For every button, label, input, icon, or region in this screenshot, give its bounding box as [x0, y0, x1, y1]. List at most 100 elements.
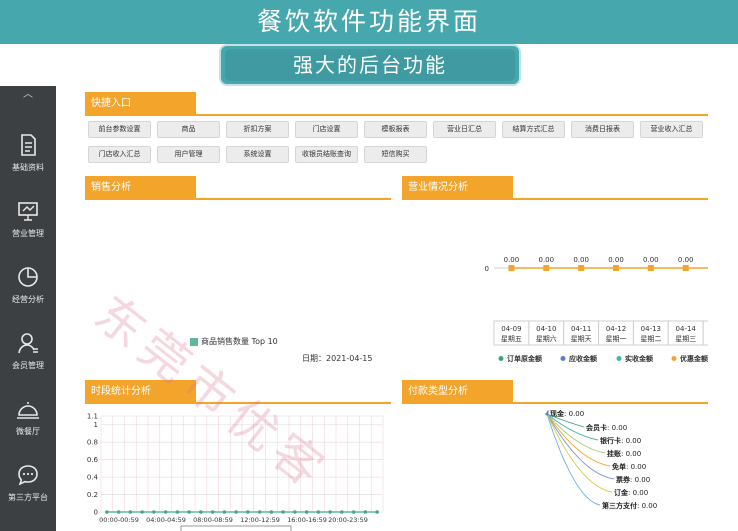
y-tick-label: 0	[94, 509, 98, 517]
quick-entry-button[interactable]: 系统设置	[226, 146, 289, 163]
sidebar-item-micro-restaurant[interactable]: 微餐厅	[0, 386, 56, 452]
data-point	[152, 510, 156, 514]
header-rule	[402, 198, 708, 200]
data-point	[128, 510, 133, 514]
quick-entry-button[interactable]: 结算方式汇总	[502, 121, 565, 138]
x-tick-label: 00:00-00:59	[99, 516, 139, 524]
payment-label: 现金: 0.00	[550, 409, 584, 418]
sales-legend-label: 商品销售数量 Top 10	[201, 337, 278, 346]
payment-name: 银行卡	[600, 436, 621, 445]
data-point	[257, 510, 262, 514]
sidebar-item-analysis[interactable]: 经营分析	[0, 254, 56, 320]
x-tick-date: 04-13	[641, 325, 661, 333]
payment-label: 订金: 0.00	[614, 488, 648, 497]
data-label: 0.00	[504, 256, 520, 264]
sidebar-collapse-chevron-icon[interactable]: ︿	[0, 86, 56, 104]
x-tick-date: 04-09	[501, 325, 521, 333]
data-label: 0.00	[538, 256, 554, 264]
legend-marker	[671, 356, 677, 361]
quick-entry-button[interactable]: 收银员结账查询	[295, 146, 358, 163]
x-tick-date: 04-11	[571, 325, 591, 333]
quick-entry-button[interactable]: 门店收入汇总	[88, 146, 151, 163]
sidebar-item-label: 微餐厅	[16, 427, 40, 436]
sidebar-item-third-party[interactable]: 第三方平台	[0, 452, 56, 518]
sales-analysis-title: 销售分析	[85, 176, 196, 200]
sidebar-item-business[interactable]: 营业管理	[0, 188, 56, 254]
payment-analysis-title: 付款类型分析	[402, 380, 513, 404]
x-tick-weekday: 星期三	[675, 335, 696, 343]
data-point	[269, 510, 274, 514]
data-point	[578, 265, 585, 271]
legend-marker	[560, 356, 566, 361]
sales-analysis-header: 销售分析	[85, 176, 391, 200]
payment-value: 0.00	[612, 424, 628, 432]
legend-swatch	[190, 337, 198, 346]
payment-label: 票券: 0.00	[615, 475, 650, 484]
data-point	[116, 510, 121, 514]
quick-entry-button[interactable]: 营业收入汇总	[640, 121, 703, 138]
payment-name: 会员卡	[586, 423, 607, 432]
quick-entry-button[interactable]: 商品	[157, 121, 220, 138]
banner-title: 餐饮软件功能界面	[0, 0, 738, 44]
range-slider	[180, 525, 292, 531]
sidebar-item-label: 营业管理	[12, 229, 44, 238]
data-point	[210, 510, 215, 514]
y-tick-label: 0.6	[87, 456, 99, 464]
payment-name: 第三方支付	[602, 501, 637, 510]
x-tick-label: 04:00-04:59	[146, 516, 186, 524]
pie-chart-icon	[18, 267, 38, 287]
data-label: 0.00	[573, 256, 589, 264]
quick-entry-title: 快捷入口	[85, 92, 196, 116]
sidebar-item-members[interactable]: 会员管理	[0, 320, 56, 386]
payment-analysis-header: 付款类型分析	[402, 380, 708, 404]
data-label: 0.00	[608, 256, 624, 264]
header-rule	[85, 402, 391, 404]
data-point	[543, 265, 550, 271]
sidebar-item-label: 经营分析	[12, 295, 44, 304]
data-point	[508, 265, 515, 271]
y-tick-label: 0	[485, 265, 489, 273]
quick-entry-button[interactable]: 模板报表	[364, 121, 427, 138]
quick-entry-button[interactable]: 短信购买	[364, 146, 427, 163]
quick-entry-button[interactable]: 营业日汇总	[433, 121, 496, 138]
x-tick-weekday: 星期天	[571, 335, 592, 343]
y-tick-label: 1.1	[87, 413, 98, 421]
payment-value: 0.00	[626, 437, 642, 445]
quick-entry-button[interactable]: 前台参数设置	[88, 121, 151, 138]
x-tick-label: 16:00-16:59	[287, 516, 327, 524]
quick-entry-button[interactable]: 用户管理	[157, 146, 220, 163]
payment-name: 现金	[550, 409, 565, 418]
x-tick-weekday: 星期五	[501, 335, 522, 343]
period-analysis-header: 时段统计分析	[85, 380, 391, 404]
data-point	[375, 510, 379, 514]
legend-label: 实收金额	[625, 354, 653, 363]
header-rule	[85, 198, 391, 200]
data-point	[222, 510, 227, 514]
y-tick-label: 0.2	[87, 491, 98, 499]
document-icon	[21, 134, 36, 156]
quick-entry-header: 快捷入口	[85, 92, 708, 116]
data-point	[340, 510, 344, 514]
payment-value: 0.00	[642, 502, 658, 510]
quick-entry-button[interactable]: 门店设置	[295, 121, 358, 138]
x-tick-date: 04-14	[676, 325, 697, 333]
legend-marker	[616, 356, 622, 361]
business-analysis-header: 营业情况分析	[402, 176, 708, 200]
period-line-chart: 1.11 0.8 0.6 0.4 0.2 000:00-00:59 04:00-04:59 0…	[87, 413, 384, 531]
legend-label: 订单原金额	[507, 354, 542, 363]
banner-subtitle-box: 强大的后台功能	[219, 44, 521, 86]
quick-entry-button[interactable]: 消费日报表	[571, 121, 634, 138]
x-tick-label: 12:00-12:59	[240, 516, 280, 524]
data-point	[199, 510, 203, 514]
payment-value: 0.00	[626, 450, 642, 458]
payment-value: 0.00	[631, 463, 647, 471]
sidebar-item-basic-data[interactable]: 基础资料	[0, 122, 56, 188]
x-tick-date: 04-12	[606, 325, 626, 333]
y-tick-label: 0.8	[87, 439, 98, 447]
quick-entry-button[interactable]: 折扣方案	[226, 121, 289, 138]
business-analysis-title: 营业情况分析	[402, 176, 513, 200]
payment-label: 第三方支付: 0.00	[602, 501, 657, 510]
data-point	[281, 510, 285, 514]
data-point	[187, 510, 191, 514]
business-line-chart: 00.000.000.000.000.000.000.0004-09星期五04-…	[485, 256, 708, 363]
